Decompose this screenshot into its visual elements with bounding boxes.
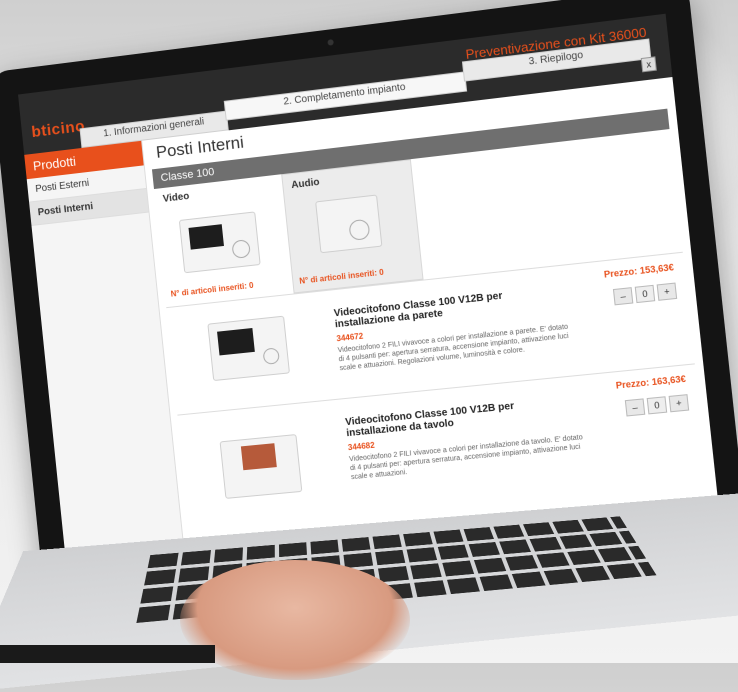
product-price: Prezzo: 163,63€ — [615, 373, 687, 391]
product-name: Videocitofono Classe 100 V12B per instal… — [344, 400, 515, 440]
audio-intercom-image — [315, 194, 383, 254]
quantity-stepper: – 0 + — [612, 282, 678, 306]
product-code: 344682 — [347, 440, 376, 453]
product-image — [219, 434, 303, 499]
increase-button[interactable]: + — [668, 394, 690, 413]
category-audio[interactable]: Audio N° di articoli inseriti: 0 — [281, 159, 424, 294]
decrease-button[interactable]: – — [612, 287, 634, 306]
product-description: Videocitofono 2 FILI vivavoce a colori p… — [337, 323, 570, 373]
quantity-input[interactable]: 0 — [634, 284, 656, 304]
quantity-stepper: – 0 + — [624, 394, 690, 417]
category-count: N° di articoli inseriti: 0 — [298, 267, 385, 286]
brand-logo: bticino — [30, 117, 86, 142]
product-name: Videocitofono Classe 100 V12B per instal… — [333, 290, 503, 331]
product-image — [207, 315, 290, 382]
product-description: Videocitofono 2 FILI vivavoce a colori p… — [348, 434, 584, 482]
app-window: bticino Preventivazione con Kit 36000 1.… — [18, 13, 721, 583]
increase-button[interactable]: + — [656, 282, 678, 301]
main-content: Posti Interni Classe 100 Video N° di art… — [149, 78, 712, 572]
category-count: N° di articoli inseriti: 0 — [170, 280, 254, 299]
webcam — [327, 39, 334, 46]
decrease-button[interactable]: – — [624, 398, 646, 417]
quantity-input[interactable]: 0 — [646, 396, 668, 415]
category-video[interactable]: Video N° di articoli inseriti: 0 — [153, 174, 292, 306]
video-intercom-image — [178, 211, 261, 274]
product-code: 344672 — [336, 331, 364, 344]
bottom-strip — [0, 645, 215, 663]
product-price: Prezzo: 153,63€ — [603, 262, 675, 280]
close-icon[interactable]: x — [640, 56, 657, 73]
